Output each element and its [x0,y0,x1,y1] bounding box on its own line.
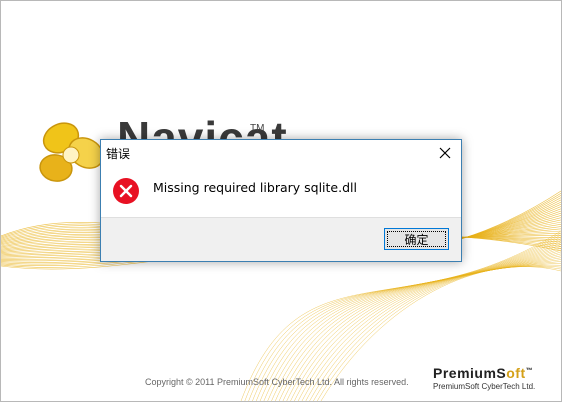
vendor-logo: PremiumSoft™ [433,365,533,381]
dialog-content: Missing required library sqlite.dll [101,166,461,217]
vendor-logo-soft: oft [506,365,526,381]
dialog-title: 错误 [106,147,131,161]
close-button[interactable] [429,140,461,166]
product-trademark: TM [250,123,265,134]
error-x-icon [113,178,139,204]
vendor-logo-premium: PremiumS [433,365,507,381]
error-message: Missing required library sqlite.dll [153,180,357,195]
dialog-footer: 确定 [101,217,461,261]
vendor-subtitle: PremiumSoft CyberTech Ltd. [433,382,536,391]
error-dialog: 错误 Missing required library sqlite.dll 确… [100,139,462,262]
navicat-logo-icon [39,122,104,182]
copyright-text: Copyright © 2011 PremiumSoft CyberTech L… [145,377,409,387]
vendor-logo-tm: ™ [525,367,534,375]
dialog-titlebar[interactable]: 错误 [101,140,461,166]
ok-button[interactable]: 确定 [384,228,449,250]
close-icon [439,147,451,159]
